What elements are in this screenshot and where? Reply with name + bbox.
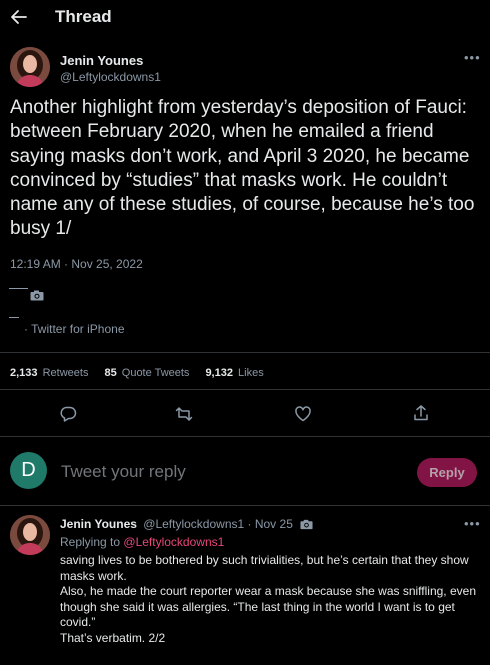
divider (0, 352, 490, 353)
tweet-date[interactable]: · Nov 25 (248, 517, 293, 531)
reply-button[interactable]: Reply (417, 458, 477, 487)
replying-prefix: Replying to (60, 535, 121, 549)
replying-to: Replying to @Leftylockdowns1 (60, 535, 224, 549)
quote-count: 85 (104, 367, 117, 379)
page-title: Thread (55, 7, 112, 26)
avatar[interactable] (10, 47, 50, 87)
arrow-left-icon[interactable] (8, 6, 30, 28)
user-avatar[interactable]: D (10, 452, 47, 489)
divider (0, 436, 490, 437)
media-divider-small (9, 317, 19, 318)
camera-icon (300, 517, 313, 530)
avatar[interactable] (10, 515, 50, 555)
likes-label: Likes (238, 367, 264, 379)
divider (0, 389, 490, 390)
retweets-label: Retweets (42, 367, 89, 379)
tweet-stats: 2,133 Retweets 85 Quote Tweets 9,132 Lik… (10, 367, 280, 379)
media-divider (9, 288, 28, 289)
author-handle[interactable]: @Leftylockdowns1 (60, 70, 161, 84)
tweet-source[interactable]: · Twitter for iPhone (24, 322, 125, 336)
reply-tweet-header: Jenin Younes @Leftylockdowns1 · Nov 25 (60, 517, 293, 531)
retweet-icon[interactable] (175, 405, 193, 423)
like-icon[interactable] (294, 405, 312, 423)
reply-input[interactable]: Tweet your reply (61, 462, 186, 482)
reply-icon[interactable] (59, 405, 77, 423)
author-handle[interactable]: @Leftylockdowns1 (143, 517, 244, 531)
quote-label: Quote Tweets (121, 367, 190, 379)
tweet-text: Another highlight from yesterday’s depos… (10, 97, 480, 240)
tweet-timestamp[interactable]: 12:19 AM · Nov 25, 2022 (10, 257, 143, 271)
author-name[interactable]: Jenin Younes (60, 517, 137, 531)
quote-tweets-stat[interactable]: 85 Quote Tweets (104, 367, 189, 379)
thread-header: Thread (0, 0, 490, 36)
reply-text-line: saving lives to be bothered by such triv… (60, 553, 469, 583)
retweets-stat[interactable]: 2,133 Retweets (10, 367, 88, 379)
divider (0, 505, 490, 506)
reply-text-line: Also, he made the court reporter wear a … (60, 584, 476, 629)
likes-count: 9,132 (205, 367, 233, 379)
camera-icon (30, 288, 44, 301)
reply-tweet-text: saving lives to be bothered by such triv… (60, 553, 485, 646)
more-horizontal-icon[interactable]: ••• (464, 516, 481, 531)
reply-text-line: That’s verbatim. 2/2 (60, 630, 166, 645)
share-icon[interactable] (412, 404, 430, 422)
retweets-count: 2,133 (10, 367, 38, 379)
author-name[interactable]: Jenin Younes (60, 53, 143, 68)
more-horizontal-icon[interactable]: ••• (464, 50, 481, 65)
likes-stat[interactable]: 9,132 Likes (205, 367, 263, 379)
mention-link[interactable]: @Leftylockdowns1 (123, 535, 224, 549)
